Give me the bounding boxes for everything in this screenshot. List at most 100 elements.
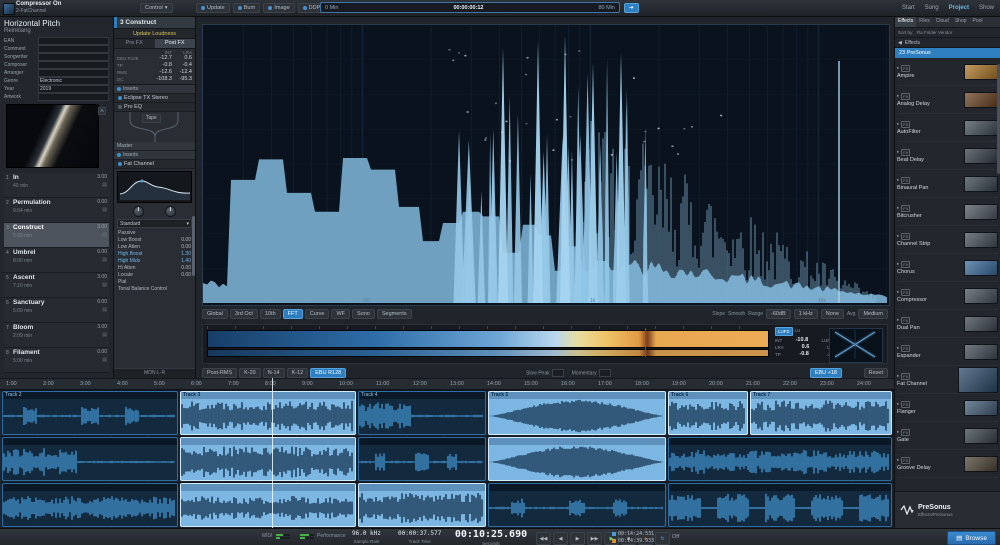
post-fx-button[interactable]: Post FX [154, 39, 195, 48]
performance-indicator[interactable]: Performance [300, 533, 346, 539]
fat-channel-param-high-boost[interactable]: High Boost 1.30 [114, 250, 195, 257]
track-list-item-sanctuary[interactable]: 6 Sanctuary 5:00 min 0.00 ▤ [4, 298, 109, 323]
fat-channel-param-passive[interactable]: Passive [114, 229, 195, 236]
fat-channel-insert[interactable]: Fat Channel [114, 160, 195, 169]
browse-button[interactable]: ▤ Browse [947, 531, 996, 545]
fat-channel-param-tonal-balance-control[interactable]: Tonal Balance Control [114, 285, 195, 292]
insert-slot-eclipse-tx-stereo[interactable]: Eclipse TX Stereo [114, 94, 195, 103]
ebu-offset-button[interactable]: EBU +18 [809, 368, 842, 378]
page-button-song[interactable]: Song [922, 3, 942, 13]
track-list-item-bloom[interactable]: 7 Bloom 2:09 min 3.00 ▤ [4, 323, 109, 348]
tape-device-chip[interactable]: Tape [142, 114, 161, 123]
selected-folder-row[interactable]: 23 PreSonus [895, 48, 1000, 58]
spectrum-mode-curve[interactable]: Curve [304, 309, 330, 319]
rewind-button[interactable]: ◀◀ [536, 532, 551, 545]
audio-clip[interactable] [668, 437, 892, 481]
field-input[interactable] [38, 68, 109, 77]
sort-chip-vendor[interactable]: Vendor [938, 30, 952, 35]
page-button-project[interactable]: Project [946, 3, 972, 13]
control-dropdown[interactable]: Control ▾ [140, 3, 173, 13]
loop-locators[interactable]: 00:14:24.531 00:14:39.933 [612, 531, 654, 545]
audio-clip[interactable] [358, 483, 486, 527]
audio-clip[interactable] [488, 483, 666, 527]
toolbar-button-burn[interactable]: Burn [232, 3, 261, 13]
inserts-section-header[interactable]: Inserts [114, 85, 195, 94]
track-list-item-ascent[interactable]: 5 Ascent 7:10 min 3.00 ▤ [4, 273, 109, 298]
master-section-header[interactable]: Master [114, 142, 195, 151]
audio-clip-track-4[interactable]: Track 4 [358, 391, 486, 435]
setting-value-none[interactable]: None [820, 309, 844, 319]
effect-item-groove-delay[interactable]: ▸ FX Groove Delay [897, 450, 998, 478]
loudness-mode-k-12[interactable]: K-12 [286, 368, 309, 378]
update-loudness-button[interactable]: Update Loudness [114, 29, 195, 39]
audio-clip-track-7[interactable]: Track 7 [750, 391, 892, 435]
browser-path-row[interactable]: ◀ Effects [895, 38, 1000, 48]
loudness-mode-post-rms[interactable]: Post-RMS [202, 368, 238, 378]
fat-channel-param-hi-atten[interactable]: Hi Atten 0.00 [114, 264, 195, 271]
track-list-item-in[interactable]: 1 In 40 min 3.00 ▤ [4, 173, 109, 198]
fat-channel-param-high-mids[interactable]: High Mids 1.40 [114, 257, 195, 264]
page-button-start[interactable]: Start [899, 3, 918, 13]
fat-channel-param-low-boost[interactable]: Low Boost 0.00 [114, 236, 195, 243]
audio-clip-track-6[interactable]: Track 6 [668, 391, 748, 435]
track-list-item-permulation[interactable]: 2 Permulation 9:04 min 0.00 ▤ [4, 198, 109, 223]
browser-tab-effects[interactable]: Effects [895, 16, 917, 27]
audio-clip-track-5[interactable]: Track 5 [488, 391, 666, 435]
panel-scrollbar[interactable] [192, 216, 195, 276]
fat-channel-param-pial[interactable]: Pial [114, 278, 195, 285]
track-list-item-umbrel[interactable]: 4 Umbrel 8:00 min 0.00 ▤ [4, 248, 109, 273]
page-button-show[interactable]: Show [976, 3, 997, 13]
field-input[interactable] [38, 36, 109, 45]
field-input[interactable]: Electronic [38, 76, 109, 85]
loudness-option-momentary[interactable]: Momentary [572, 369, 611, 377]
album-artwork[interactable]: A [6, 104, 106, 168]
toolbar-timeline[interactable]: 0 Min 00:00:00:12 80 Min [320, 2, 620, 13]
browser-tab-pool[interactable]: Pool [970, 16, 986, 27]
spectrum-mode-wf[interactable]: WF [331, 309, 350, 319]
browser-tab-files[interactable]: Files [916, 16, 933, 27]
eq-knob[interactable] [165, 206, 177, 217]
fat-channel-param-locate[interactable]: Locate 0.00 [114, 271, 195, 278]
browser-tab-shop[interactable]: Shop [952, 16, 970, 27]
audio-clip[interactable] [488, 437, 666, 481]
effect-item-flanger[interactable]: ▸ FX Flanger [897, 394, 998, 422]
fat-channel-param-low-atten[interactable]: Low Atten 0.00 [114, 243, 195, 250]
spectrum-display[interactable]: 100 1k 10k [202, 24, 890, 306]
reset-button[interactable]: Reset [863, 368, 888, 378]
loop-button[interactable]: ↻ [655, 532, 670, 545]
step-back-button[interactable]: ◀ [553, 532, 568, 545]
spectrum-mode-segments[interactable]: Segments [376, 309, 412, 319]
fast-forward-button[interactable]: ▶▶ [587, 532, 602, 545]
effect-item-beat-delay[interactable]: ▸ FX Beat Delay [897, 142, 998, 170]
eq-curve-display[interactable] [117, 171, 192, 203]
setting-value-medium[interactable]: Medium [858, 309, 888, 319]
field-input[interactable] [38, 52, 109, 61]
eq-knob[interactable] [132, 206, 144, 217]
loudness-mode-ebu-r128[interactable]: EBU R128 [310, 368, 347, 378]
arrangement-area[interactable]: Track 2 Track 3 Track 4 Track 5 Track 6 Track… [0, 390, 894, 528]
effect-item-dual-pan[interactable]: ▸ FX Dual Pan [897, 310, 998, 338]
browser-tab-cloud[interactable]: Cloud [933, 16, 952, 27]
audio-clip-track-3[interactable]: Track 3 [180, 391, 356, 435]
step-forward-button[interactable]: ▶ [570, 532, 585, 545]
main-time-display[interactable]: 00:10:25.690 Seconds [448, 529, 534, 545]
lufs-mode-button[interactable]: LUFS [775, 327, 793, 336]
value-box[interactable] [598, 369, 611, 377]
sort-chip-folder[interactable]: Folder [924, 30, 938, 35]
audio-clip[interactable] [2, 437, 178, 481]
spectrum-mode-global[interactable]: Global [202, 309, 228, 319]
effect-item-binaural-pan[interactable]: ▸ FX Binaural Pan [897, 170, 998, 198]
field-input[interactable] [38, 44, 109, 53]
effect-item-ampire[interactable]: ▸ FX Ampire [897, 58, 998, 86]
effect-item-gate[interactable]: ▸ FX Gate [897, 422, 998, 450]
field-input[interactable] [38, 92, 109, 101]
playhead[interactable] [272, 378, 273, 528]
timeline-go-button[interactable]: ➔ [624, 3, 639, 13]
toolbar-button-image[interactable]: Image [263, 3, 295, 13]
spectrum-mode-fft[interactable]: FFT [282, 309, 303, 319]
audio-clip[interactable] [180, 483, 356, 527]
effect-item-autofilter[interactable]: ▸ FX AutoFilter [897, 114, 998, 142]
spectrum-mode-3rd-oct[interactable]: 3rd Oct [229, 309, 258, 319]
pre-fx-button[interactable]: Pre FX [114, 39, 155, 48]
audio-clip[interactable] [668, 483, 892, 527]
